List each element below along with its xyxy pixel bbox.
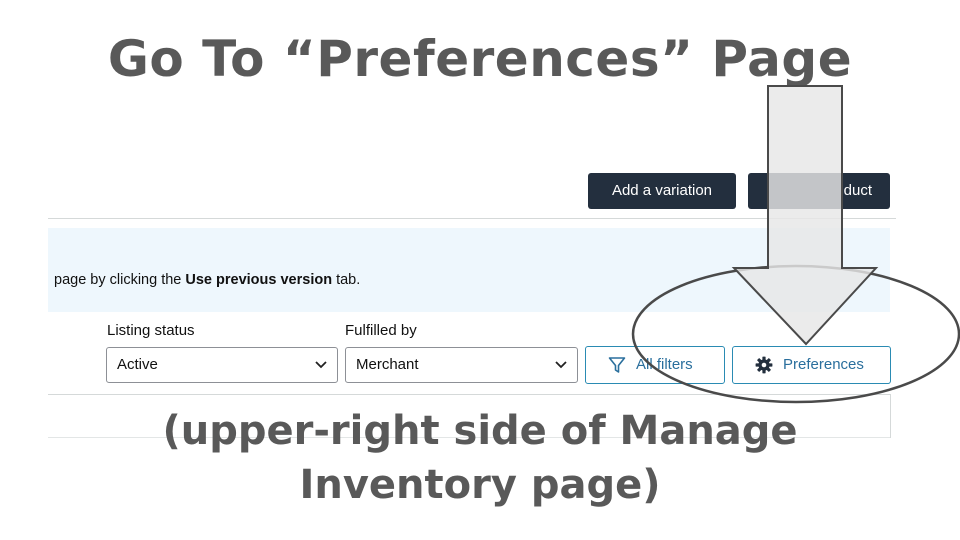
caption-line-1: (upper-right side of Manage <box>162 408 798 454</box>
caption: (upper-right side of Manage Inventory pa… <box>0 404 960 512</box>
down-arrow-annotation <box>731 85 879 346</box>
caption-line-2: Inventory page) <box>299 462 661 508</box>
